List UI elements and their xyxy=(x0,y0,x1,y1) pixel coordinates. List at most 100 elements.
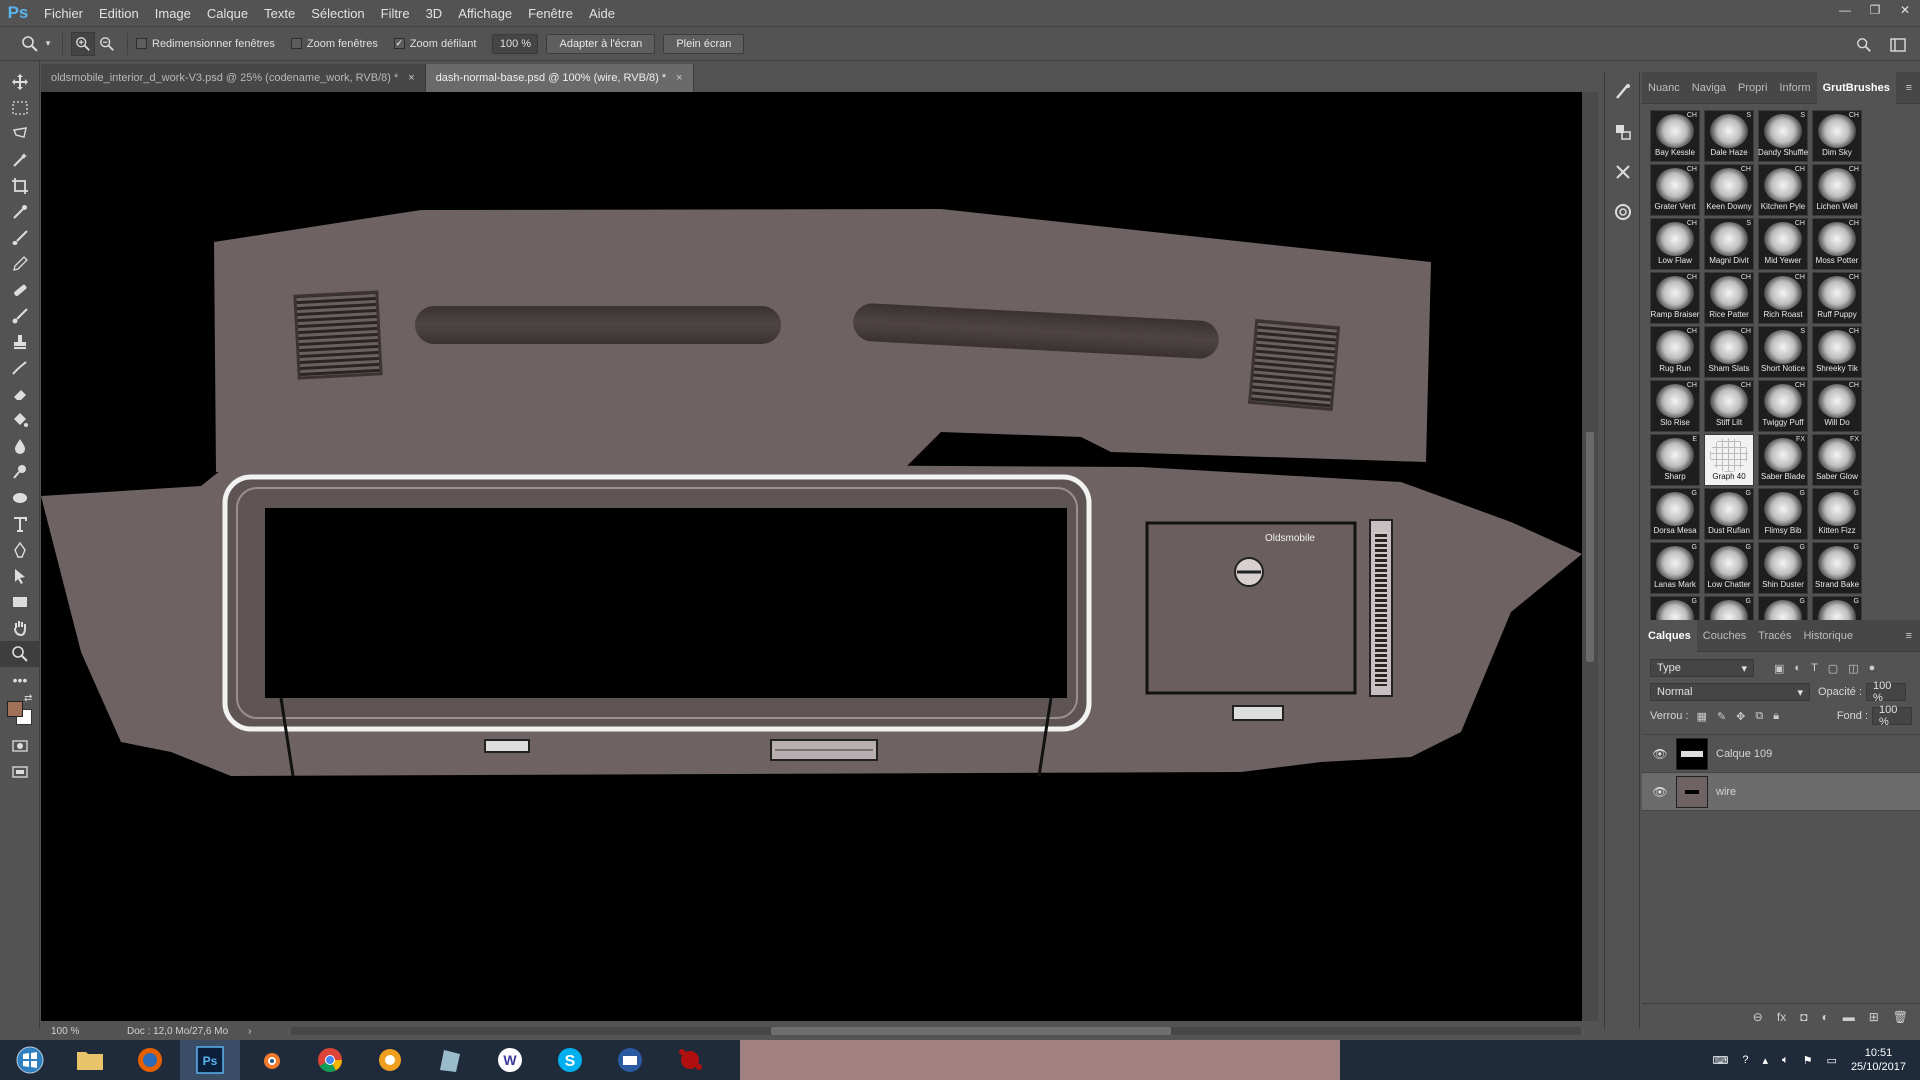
pen-tool-icon[interactable] xyxy=(0,537,40,563)
brush-preset[interactable]: S Dandy Shuffle xyxy=(1758,110,1808,162)
layer-filter-select[interactable]: Type ▾ xyxy=(1650,659,1754,677)
brush-preset[interactable]: Graph 40 xyxy=(1704,434,1754,486)
tab-swatches[interactable]: Nuanc xyxy=(1642,72,1686,104)
brush-preset[interactable]: G Strand Bake xyxy=(1812,542,1862,594)
brush-preset[interactable]: CH Grater Vent xyxy=(1650,164,1700,216)
zoom-out-icon[interactable] xyxy=(95,32,119,56)
tool-presets-icon[interactable] xyxy=(1605,152,1641,192)
path-selection-tool-icon[interactable] xyxy=(0,563,40,589)
blender-icon[interactable] xyxy=(240,1040,300,1080)
visibility-eye-icon[interactable]: 👁︎ xyxy=(1648,785,1672,799)
vertical-scrollbar[interactable] xyxy=(1582,92,1598,1021)
art-brush-tool-icon[interactable] xyxy=(0,355,40,381)
brush-preset[interactable]: CH Keen Downy xyxy=(1704,164,1754,216)
new-layer-icon[interactable]: ⊞ xyxy=(1869,1010,1879,1024)
creative-cloud-icon[interactable] xyxy=(1605,192,1641,232)
chrome-icon[interactable] xyxy=(300,1040,360,1080)
crop-tool-icon[interactable] xyxy=(0,173,40,199)
lasso-tool-icon[interactable] xyxy=(0,121,40,147)
brush-preset[interactable]: CH Kitchen Pyle xyxy=(1758,164,1808,216)
magic-wand-tool-icon[interactable] xyxy=(0,147,40,173)
filter-shape-icon[interactable]: ▢ xyxy=(1828,662,1838,675)
filter-smart-object-icon[interactable]: ◫ xyxy=(1848,662,1858,675)
layer-row-calque-109[interactable]: 👁︎ Calque 109 xyxy=(1642,735,1920,773)
layer-name[interactable]: Calque 109 xyxy=(1716,748,1772,760)
flag-icon[interactable]: ⚑ xyxy=(1803,1054,1813,1067)
network-icon[interactable]: ▭ xyxy=(1827,1054,1837,1067)
horizontal-scrollbar[interactable] xyxy=(291,1027,1581,1035)
photoshop-taskbar-icon[interactable]: Ps xyxy=(180,1040,240,1080)
keyboard-icon[interactable]: ⌨︎ xyxy=(1713,1054,1729,1067)
brush-preset[interactable]: G Kitten Fizz xyxy=(1812,488,1862,540)
app-w-icon[interactable]: W xyxy=(480,1040,540,1080)
brush-preset[interactable]: CH Ramp Braiser xyxy=(1650,272,1700,324)
more-tools-icon[interactable]: ••• xyxy=(0,667,40,693)
brush-preset[interactable]: CH Low Flaw xyxy=(1650,218,1700,270)
clone-source-icon[interactable] xyxy=(1605,112,1641,152)
eraser-tool-icon[interactable] xyxy=(0,381,40,407)
brush-preset[interactable]: CH Rice Patter xyxy=(1704,272,1754,324)
vertical-scroll-thumb[interactable] xyxy=(1586,432,1594,662)
zoom-in-icon[interactable] xyxy=(71,31,95,56)
type-tool-icon[interactable] xyxy=(0,511,40,537)
menu-aide[interactable]: Aide xyxy=(581,0,623,27)
full-screen-button[interactable]: Plein écran xyxy=(663,33,745,54)
sponge-tool-icon[interactable] xyxy=(0,485,40,511)
swap-colors-icon[interactable]: ⇄ xyxy=(24,693,32,704)
zoom-all-checkbox[interactable]: Zoom fenêtres xyxy=(290,38,378,50)
brush-preset[interactable]: S Short Notice xyxy=(1758,326,1808,378)
brush-preset[interactable]: G Dust Rufian xyxy=(1704,488,1754,540)
history-brush-tool-icon[interactable] xyxy=(0,303,40,329)
brush-preset[interactable]: G Shin Duster xyxy=(1758,542,1808,594)
healing-brush-tool-icon[interactable] xyxy=(0,277,40,303)
brush-preset[interactable]: FX Saber Glow xyxy=(1812,434,1862,486)
opacity-field[interactable]: 100 % xyxy=(1866,680,1907,704)
filter-type-icon[interactable]: T xyxy=(1811,662,1818,675)
brush-preset[interactable]: CH Moss Potter xyxy=(1812,218,1862,270)
app-pen-icon[interactable] xyxy=(420,1040,480,1080)
filter-pixel-icon[interactable]: ▣ xyxy=(1774,662,1784,675)
clone-stamp-tool-icon[interactable] xyxy=(0,329,40,355)
menu-fichier[interactable]: Fichier xyxy=(36,0,91,27)
marquee-tool-icon[interactable] xyxy=(0,95,40,121)
menu-edition[interactable]: Edition xyxy=(91,0,147,27)
menu-image[interactable]: Image xyxy=(147,0,199,27)
brush-tool-icon[interactable] xyxy=(0,225,40,251)
close-icon[interactable]: ✕ xyxy=(1890,0,1920,20)
blend-mode-select[interactable]: Normal ▾ xyxy=(1650,683,1810,701)
layer-style-icon[interactable]: fx xyxy=(1777,1010,1786,1024)
skype-icon[interactable]: S xyxy=(540,1040,600,1080)
brush-panel-icon[interactable] xyxy=(1605,72,1641,112)
menu-3d[interactable]: 3D xyxy=(418,0,451,27)
delete-layer-icon[interactable]: 🗑︎ xyxy=(1893,1010,1908,1024)
start-button[interactable] xyxy=(0,1040,60,1080)
lock-transparent-icon[interactable]: ▦ xyxy=(1697,710,1707,723)
fit-screen-button[interactable]: Adapter à l'écran xyxy=(546,33,656,54)
menu-affichage[interactable]: Affichage xyxy=(450,0,520,27)
scrubby-zoom-checkbox[interactable]: ✓ Zoom défilant xyxy=(393,38,476,50)
volume-icon[interactable]: 🔈︎ xyxy=(1782,1054,1789,1067)
brush-preset[interactable]: CH Will Do xyxy=(1812,380,1862,432)
tab-channels[interactable]: Couches xyxy=(1697,620,1752,652)
layer-name[interactable]: wire xyxy=(1716,786,1736,798)
panel-menu-icon[interactable]: ≡ xyxy=(1906,630,1920,642)
blur-tool-icon[interactable] xyxy=(0,433,40,459)
brush-preset[interactable]: G Low Chatter xyxy=(1704,542,1754,594)
brush-preset[interactable]: CH Bay Kessle xyxy=(1650,110,1700,162)
menu-texte[interactable]: Texte xyxy=(256,0,303,27)
brush-preset[interactable]: CH Twiggy Puff xyxy=(1758,380,1808,432)
eyedropper-tool-icon[interactable] xyxy=(0,199,40,225)
brush-preset[interactable]: CH Stiff Lilt xyxy=(1704,380,1754,432)
brush-preset[interactable]: G Lanas Mark xyxy=(1650,542,1700,594)
lock-position-icon[interactable]: ✥ xyxy=(1736,710,1745,723)
menu-calque[interactable]: Calque xyxy=(199,0,256,27)
restore-icon[interactable]: ❐ xyxy=(1860,0,1890,20)
brush-preset[interactable]: E Sharp xyxy=(1650,434,1700,486)
search-icon[interactable] xyxy=(1852,33,1876,57)
brush-preset[interactable]: G Flimsy Bib xyxy=(1758,488,1808,540)
file-explorer-icon[interactable] xyxy=(60,1040,120,1080)
tab-properties[interactable]: Propri xyxy=(1732,72,1773,104)
brush-preset[interactable]: CH Rich Roast xyxy=(1758,272,1808,324)
dodge-tool-icon[interactable] xyxy=(0,459,40,485)
menu-filtre[interactable]: Filtre xyxy=(373,0,418,27)
